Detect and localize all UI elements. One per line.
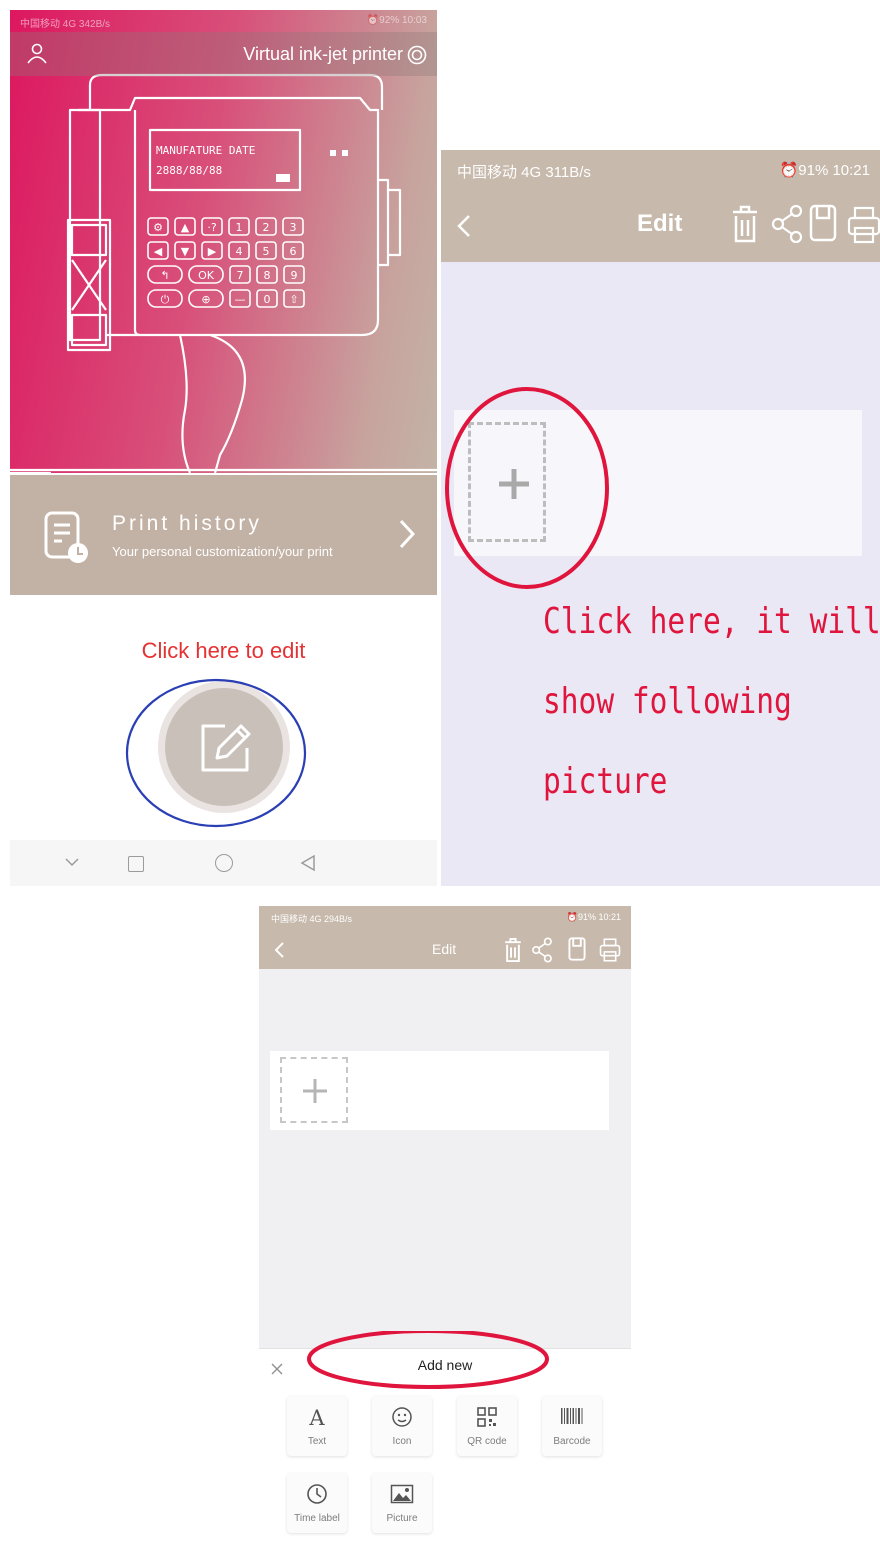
option-label: Text bbox=[307, 1436, 327, 1447]
edit-screen: 中国移动 4G 311B/s ⏰91% 10:21 Edit Click her… bbox=[441, 150, 880, 886]
keypad-key-label: 9 bbox=[291, 269, 298, 282]
status-left: 中国移动 4G 294B/s bbox=[271, 914, 353, 924]
status-bar: 中国移动 4G 342B/s ⏰92% 10:03 bbox=[10, 10, 437, 32]
keypad-key-label: ▼ bbox=[181, 245, 190, 258]
status-left: 中国移动 4G 342B/s bbox=[20, 19, 111, 30]
app-title: Virtual ink-jet printer bbox=[243, 44, 403, 64]
annotation-blue-ellipse bbox=[125, 678, 307, 828]
top-bar: Virtual ink-jet printer bbox=[10, 32, 437, 76]
share-icon[interactable] bbox=[531, 937, 553, 963]
add-element-button[interactable] bbox=[280, 1057, 348, 1123]
print-history-title: Print history bbox=[112, 512, 262, 535]
qr-code-icon bbox=[457, 1406, 517, 1428]
text-icon: A bbox=[287, 1406, 347, 1428]
trash-icon[interactable] bbox=[503, 937, 523, 963]
edit-header: 中国移动 4G 294B/s ⏰91% 10:21 Edit bbox=[259, 906, 631, 969]
picture-icon bbox=[372, 1483, 432, 1505]
option-label: Barcode bbox=[553, 1436, 591, 1447]
keypad-key-label: 2 bbox=[263, 221, 270, 234]
barcode-icon bbox=[542, 1406, 602, 1428]
option-label: Picture bbox=[386, 1513, 418, 1524]
edit-title: Edit bbox=[637, 210, 683, 237]
inkjet-printer-illustration: MANUFATURE DATE 2888/88/88 ⚙ ▲ ·? 1 2 3 ◀ ▼ ▶ 4 5 6… bbox=[10, 73, 437, 473]
note-line-3: picture bbox=[543, 761, 668, 802]
keypad-key-label: ⚙ bbox=[153, 221, 163, 234]
print-history-card[interactable]: Print history Your personal customizatio… bbox=[10, 475, 437, 595]
home-screen: MANUFATURE DATE 2888/88/88 ⚙ ▲ ·? 1 2 3 ◀ ▼ ▶ 4 5 6… bbox=[10, 10, 437, 886]
nav-home-icon[interactable] bbox=[215, 854, 233, 872]
edit-hint: Click here to edit bbox=[141, 638, 306, 663]
keypad-key-label: 8 bbox=[264, 269, 271, 282]
status-right: ⏰91% 10:21 bbox=[779, 162, 870, 179]
keypad-key-label: 0 bbox=[264, 293, 271, 306]
keypad-key-label: ↰ bbox=[160, 269, 169, 282]
print-icon[interactable] bbox=[599, 938, 621, 962]
option-text[interactable]: A Text bbox=[287, 1396, 347, 1456]
add-new-screen: 中国移动 4G 294B/s ⏰91% 10:21 Edit Add new A… bbox=[259, 906, 631, 1549]
trash-icon[interactable] bbox=[731, 204, 759, 244]
printer-display-line1: MANUFATURE DATE bbox=[156, 144, 255, 157]
nav-down-icon[interactable] bbox=[64, 854, 80, 870]
smiley-icon bbox=[372, 1406, 432, 1428]
print-icon[interactable] bbox=[847, 206, 880, 244]
status-right: ⏰91% 10:21 bbox=[566, 912, 621, 922]
keypad-key-label: ⇧ bbox=[289, 293, 298, 306]
keypad-key-label: 1 bbox=[236, 221, 243, 234]
edit-header: 中国移动 4G 311B/s ⏰91% 10:21 Edit bbox=[441, 150, 880, 262]
option-label: QR code bbox=[467, 1436, 507, 1447]
printer-display-line2: 2888/88/88 bbox=[156, 164, 222, 177]
edit-title: Edit bbox=[432, 941, 457, 957]
user-icon[interactable] bbox=[26, 42, 48, 64]
keypad-key-label: OK bbox=[198, 269, 215, 282]
keypad-key-label: ⊕ bbox=[201, 293, 210, 306]
note-line-1: Click here, it will bbox=[543, 601, 880, 642]
keypad-key-label: 5 bbox=[263, 245, 270, 258]
add-new-sheet: Add new A Text Icon QR code Barcode Time… bbox=[259, 1331, 631, 1549]
status-right: ⏰92% 10:03 bbox=[366, 15, 427, 26]
status-left: 中国移动 4G 311B/s bbox=[457, 164, 591, 181]
android-nav-bar bbox=[10, 840, 437, 886]
keypad-key-label: ◀ bbox=[154, 245, 163, 258]
annotation-red-ellipse bbox=[445, 387, 609, 589]
keypad-key-label: 3 bbox=[290, 221, 297, 234]
option-icon[interactable]: Icon bbox=[372, 1396, 432, 1456]
option-barcode[interactable]: Barcode bbox=[542, 1396, 602, 1456]
print-history-subtitle: Your personal customization/your print bbox=[112, 544, 333, 559]
option-time-label[interactable]: Time label bbox=[287, 1473, 347, 1533]
keypad-key-label: 4 bbox=[236, 245, 243, 258]
keypad-key-label: — bbox=[235, 293, 246, 306]
label-canvas bbox=[270, 1051, 609, 1130]
save-icon[interactable] bbox=[809, 204, 837, 242]
save-icon[interactable] bbox=[567, 937, 587, 961]
option-qr-code[interactable]: QR code bbox=[457, 1396, 517, 1456]
note-line-2: show following bbox=[543, 681, 792, 722]
svg-text:A: A bbox=[308, 1406, 325, 1428]
nav-recents-icon[interactable] bbox=[128, 856, 144, 872]
option-label: Icon bbox=[392, 1436, 412, 1447]
option-label: Time label bbox=[294, 1513, 340, 1524]
history-doc-icon bbox=[44, 511, 90, 565]
share-icon[interactable] bbox=[771, 204, 803, 244]
annotation-red-ellipse bbox=[307, 1331, 549, 1389]
hero-banner: MANUFATURE DATE 2888/88/88 ⚙ ▲ ·? 1 2 3 ◀ ▼ ▶ 4 5 6… bbox=[10, 10, 437, 473]
chevron-right-icon bbox=[399, 519, 415, 549]
nav-back-icon[interactable] bbox=[300, 854, 316, 872]
keypad-key-label: ▲ bbox=[181, 221, 190, 234]
keypad-key-label: ⏻ bbox=[161, 293, 170, 306]
keypad-key-label: 7 bbox=[237, 269, 244, 282]
clock-icon bbox=[287, 1483, 347, 1505]
option-picture[interactable]: Picture bbox=[372, 1473, 432, 1533]
plus-icon bbox=[302, 1078, 328, 1104]
back-arrow-icon[interactable] bbox=[457, 214, 471, 238]
instruction-note: Click here, it will show following pictu… bbox=[543, 582, 880, 822]
keypad-key-label: 6 bbox=[290, 245, 297, 258]
keypad-key-label: ·? bbox=[207, 221, 216, 234]
target-icon[interactable] bbox=[407, 45, 427, 65]
keypad-key-label: ▶ bbox=[208, 245, 217, 258]
back-arrow-icon[interactable] bbox=[275, 942, 284, 958]
